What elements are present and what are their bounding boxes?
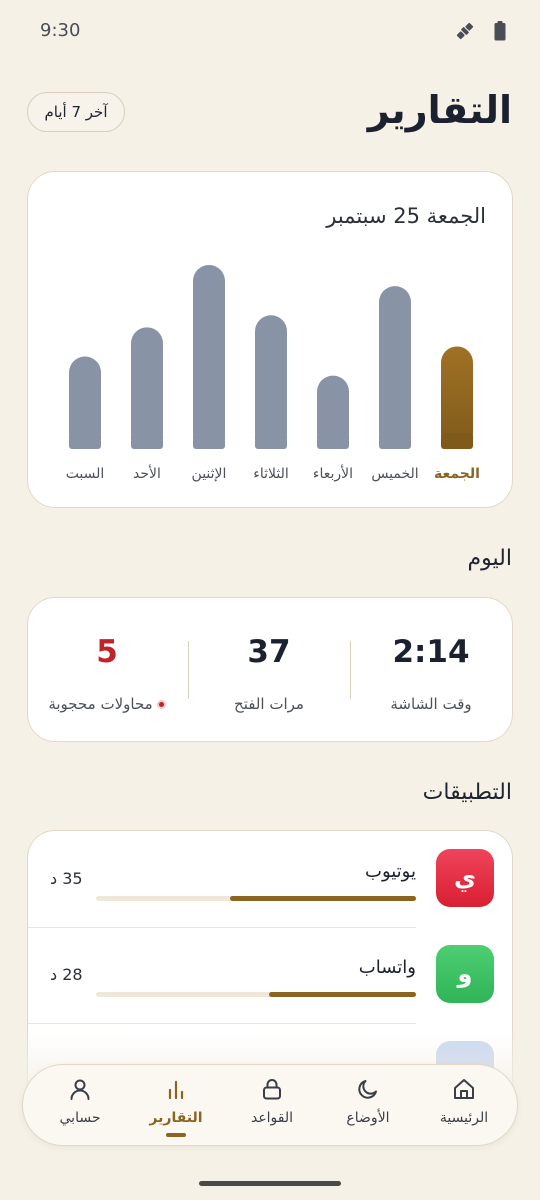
blocked-label-row: محاولات محجوبة	[26, 695, 188, 713]
nav-item-modes[interactable]: الأوضاع	[320, 1065, 416, 1147]
nav-item-account[interactable]: حسابي	[32, 1065, 128, 1147]
chart-day-label: الإثنين	[192, 466, 227, 482]
chart-day-label: الأربعاء	[313, 464, 353, 482]
moon-icon	[358, 1080, 377, 1099]
nav-label: القواعد	[250, 1110, 294, 1126]
status-time: 9:30	[40, 20, 81, 41]
chart-bar-base	[317, 433, 349, 449]
chart-bar[interactable]	[255, 315, 287, 449]
opens-label: مرات الفتح	[234, 695, 304, 713]
app-row[interactable]: ي يوتيوب 35 د	[28, 831, 512, 927]
chart-day-label: الثلاثاء	[253, 466, 288, 482]
weekly-chart-card: الجمعة 25 سبتمبر السبت الأحد الإثنين الثلاث…	[27, 171, 513, 508]
chart-bar-base	[131, 433, 163, 449]
blocked-label: محاولات محجوبة	[48, 695, 153, 713]
today-section-title: اليوم	[467, 546, 512, 571]
chart-bar-base	[69, 433, 101, 449]
usage-bar-track	[96, 896, 416, 901]
nav-item-home[interactable]: الرئيسية	[416, 1065, 512, 1147]
blocked-dot-icon	[156, 700, 166, 709]
bar-chart-icon	[168, 1080, 184, 1100]
status-icons	[454, 20, 506, 42]
screen-time-stat: 2:14 وقت الشاشة	[350, 598, 512, 743]
blocked-value: 5	[96, 634, 118, 670]
usage-bar-fill	[268, 992, 416, 997]
chart-day-label: الخميس	[371, 466, 418, 482]
chart-bar[interactable]	[193, 265, 225, 449]
chart-bar-base	[441, 433, 473, 449]
satellite-icon	[456, 22, 474, 40]
chart-day-label: الجمعة	[434, 466, 480, 482]
app-row[interactable]: و واتساب 28 د	[28, 927, 512, 1023]
nav-label: التقارير	[149, 1110, 203, 1126]
app-name: يوتيوب	[365, 861, 416, 882]
lock-icon	[263, 1079, 281, 1100]
chart-bar-base	[255, 433, 287, 449]
chart-bar[interactable]	[131, 327, 163, 449]
page-title: التقارير	[367, 88, 512, 132]
home-icon	[454, 1079, 474, 1099]
app-time: 35 د	[50, 869, 83, 888]
weekly-bar-chart: السبت الأحد الإثنين الثلاثاء الأربعاء الخميس ا…	[66, 265, 480, 482]
today-stats-card: 2:14 وقت الشاشة 37 مرات الفتح 5 محاولات …	[27, 597, 513, 742]
chart-bar[interactable]	[379, 286, 411, 449]
date-range-chip[interactable]: آخر 7 أيام	[27, 92, 125, 132]
active-indicator	[166, 1133, 186, 1137]
battery-icon	[494, 21, 506, 41]
chart-bar-base	[193, 433, 225, 449]
screen-time-value: 2:14	[392, 634, 470, 670]
bottom-navigation: الرئيسية الأوضاع القواعد التقارير حسابي	[22, 1064, 518, 1146]
chart-day-label: السبت	[66, 466, 105, 482]
nav-item-reports[interactable]: التقارير	[128, 1065, 224, 1147]
nav-label: حسابي	[59, 1110, 101, 1126]
chart-bar-base	[379, 433, 411, 449]
apps-section-title: التطبيقات	[422, 780, 512, 805]
screen-time-label: وقت الشاشة	[390, 695, 472, 713]
nav-label: الرئيسية	[439, 1110, 489, 1126]
blocked-stat: 5 محاولات محجوبة	[26, 598, 188, 743]
usage-bar-fill	[230, 896, 416, 901]
home-indicator	[199, 1181, 341, 1186]
app-name: واتساب	[358, 957, 416, 978]
nav-item-rules[interactable]: القواعد	[224, 1065, 320, 1147]
nav-label: الأوضاع	[346, 1110, 390, 1126]
youtube-app-icon: ي	[436, 849, 494, 907]
person-icon	[70, 1079, 90, 1100]
opens-stat: 37 مرات الفتح	[188, 598, 350, 743]
chart-day-label: الأحد	[133, 464, 161, 482]
whatsapp-app-icon: و	[436, 945, 494, 1003]
usage-bar-track	[96, 992, 416, 997]
opens-value: 37	[247, 634, 291, 670]
app-time: 28 د	[50, 965, 83, 984]
